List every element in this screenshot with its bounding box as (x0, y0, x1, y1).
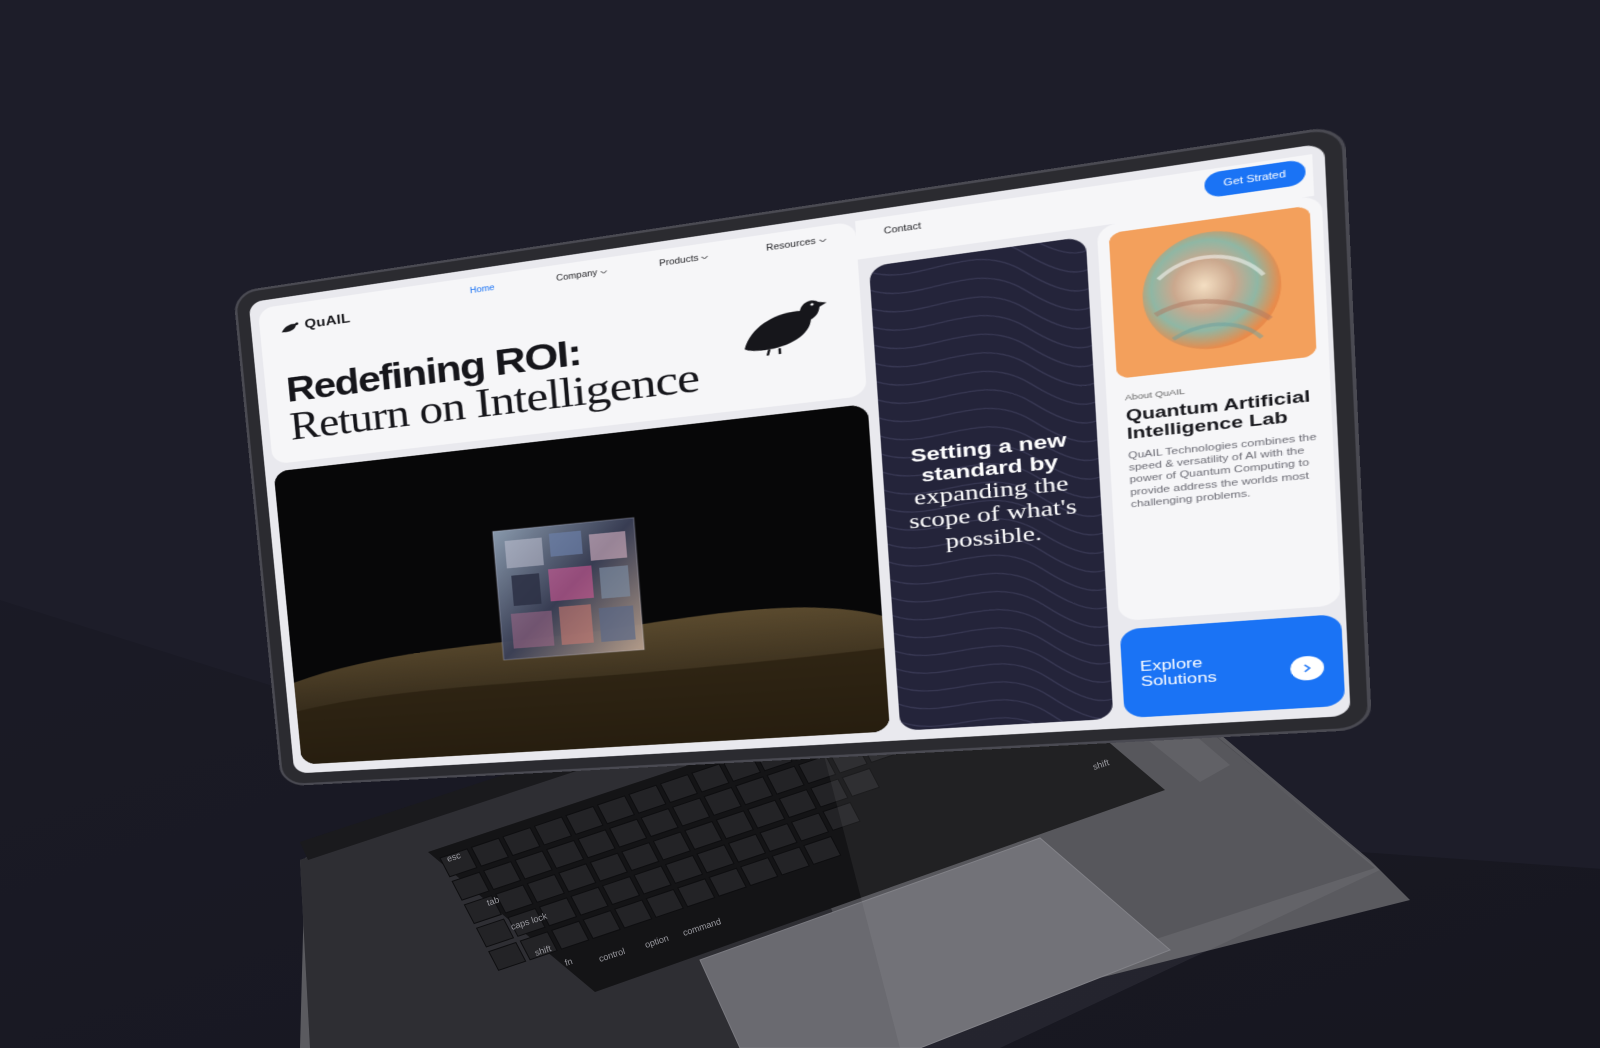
get-started-button[interactable]: Get Strated (1203, 158, 1307, 199)
nav-products-label: Products (658, 254, 699, 269)
wave-line (869, 347, 1113, 428)
chevron-down-icon (819, 238, 827, 243)
wave-line (881, 573, 1114, 643)
quantum-chip-illustration (273, 403, 890, 765)
arrow-right-button[interactable] (1289, 655, 1325, 682)
about-label: About QuAIL (1124, 386, 1186, 403)
nav-contact-label: Contact (883, 221, 922, 237)
wave-line (884, 628, 1113, 695)
wave-line (869, 309, 1113, 392)
nav-products[interactable]: Products (659, 253, 709, 269)
chevron-down-icon (701, 255, 708, 260)
about-body: QuAIL Technologies combines the speed & … (1127, 431, 1317, 510)
nav-company-label: Company (555, 268, 598, 284)
wave-line (869, 328, 1113, 410)
wave-line (869, 290, 1113, 374)
wave-line (887, 665, 1114, 730)
wave-line (885, 647, 1113, 713)
explore-solutions-card[interactable]: Explore Solutions (1119, 613, 1346, 719)
tagline-card: Setting a new standard by expanding the … (868, 236, 1114, 731)
nav-home-label: Home (469, 283, 496, 296)
wave-line (869, 271, 1113, 355)
nav-resources-label: Resources (765, 237, 817, 254)
hero-photo (273, 403, 890, 765)
chevron-down-icon (600, 270, 607, 275)
nav-home[interactable]: Home (470, 284, 495, 296)
explore-solutions-label: Explore Solutions (1139, 656, 1218, 690)
quail-bird-icon (741, 298, 830, 360)
wave-line (890, 721, 1113, 731)
nav-company[interactable]: Company (556, 267, 608, 283)
abstract-orb-illustration (1108, 205, 1317, 379)
wave-line (869, 252, 1113, 337)
wave-line (879, 554, 1113, 625)
tagline: Setting a new standard by expanding the … (881, 426, 1103, 559)
nav-resources[interactable]: Resources (766, 235, 827, 253)
orb-image (1108, 205, 1317, 379)
about-card: About QuAIL Quantum Artificial Intellige… (1096, 194, 1341, 622)
nav-contact[interactable]: Contact (884, 222, 922, 237)
chevron-right-icon (1301, 664, 1313, 673)
wave-line (889, 702, 1113, 731)
